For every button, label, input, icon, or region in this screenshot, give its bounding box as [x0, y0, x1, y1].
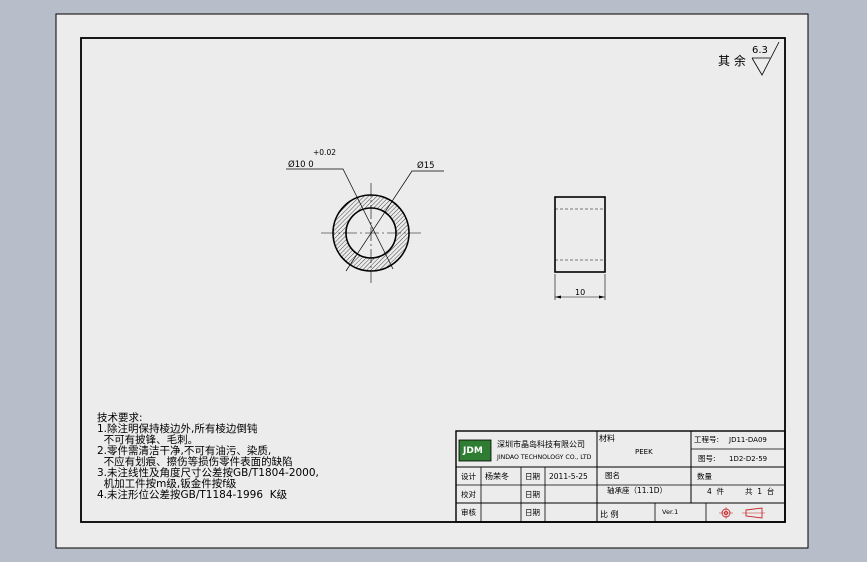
tolerance-text: +0.02 [313, 148, 336, 157]
company-name-en: JINDAO TECHNOLOGY CO., LTD [496, 454, 592, 461]
quantity-label: 数量 [697, 471, 712, 481]
material-label: 材料 [599, 433, 615, 443]
drawing-no-label: 图号: [698, 454, 716, 463]
drawing-sheet: 其 余 6.3 +0.02 Ø10 0 Ø15 10 技术要求: 1.除注明保持… [55, 13, 809, 549]
date-value: 2011-5-25 [549, 472, 588, 481]
logo-text: JDM [462, 446, 483, 456]
date-label: 日期 [525, 472, 540, 481]
outer-diameter-label: Ø15 [417, 160, 435, 171]
quantity-value: 4 件 [707, 486, 725, 496]
check-date-label: 日期 [525, 490, 540, 499]
sets-value: 共 1 台 [745, 486, 774, 496]
project-no-value: JD11-DA09 [728, 436, 767, 444]
note-line: 4.未注形位公差按GB/T1184-1996 K级 [97, 488, 288, 501]
approve-label: 审核 [461, 507, 476, 517]
scale-label: 比 例 [600, 509, 619, 519]
designer-name: 杨荣冬 [485, 471, 509, 481]
roughness-prefix: 其 余 [718, 53, 746, 68]
version-value: Ver.1 [662, 508, 678, 516]
material-value: PEEK [635, 448, 653, 456]
company-logo: JDM [458, 439, 492, 462]
approve-date-label: 日期 [525, 508, 540, 517]
project-no-label: 工程号: [694, 435, 719, 444]
roughness-value: 6.3 [752, 45, 768, 56]
design-label: 设计 [461, 471, 476, 481]
company-name-cn: 深圳市晶岛科技有限公司 [497, 439, 585, 449]
drawing-name-label: 图名 [605, 470, 620, 480]
length-dimension: 10 [575, 288, 585, 297]
drawing-name-value: 轴承座（11.1D） [607, 485, 667, 495]
inner-diameter-label: Ø10 0 [288, 159, 314, 170]
check-label: 校对 [461, 489, 476, 499]
drawing-no-value: 1D2-D2-59 [729, 455, 767, 463]
